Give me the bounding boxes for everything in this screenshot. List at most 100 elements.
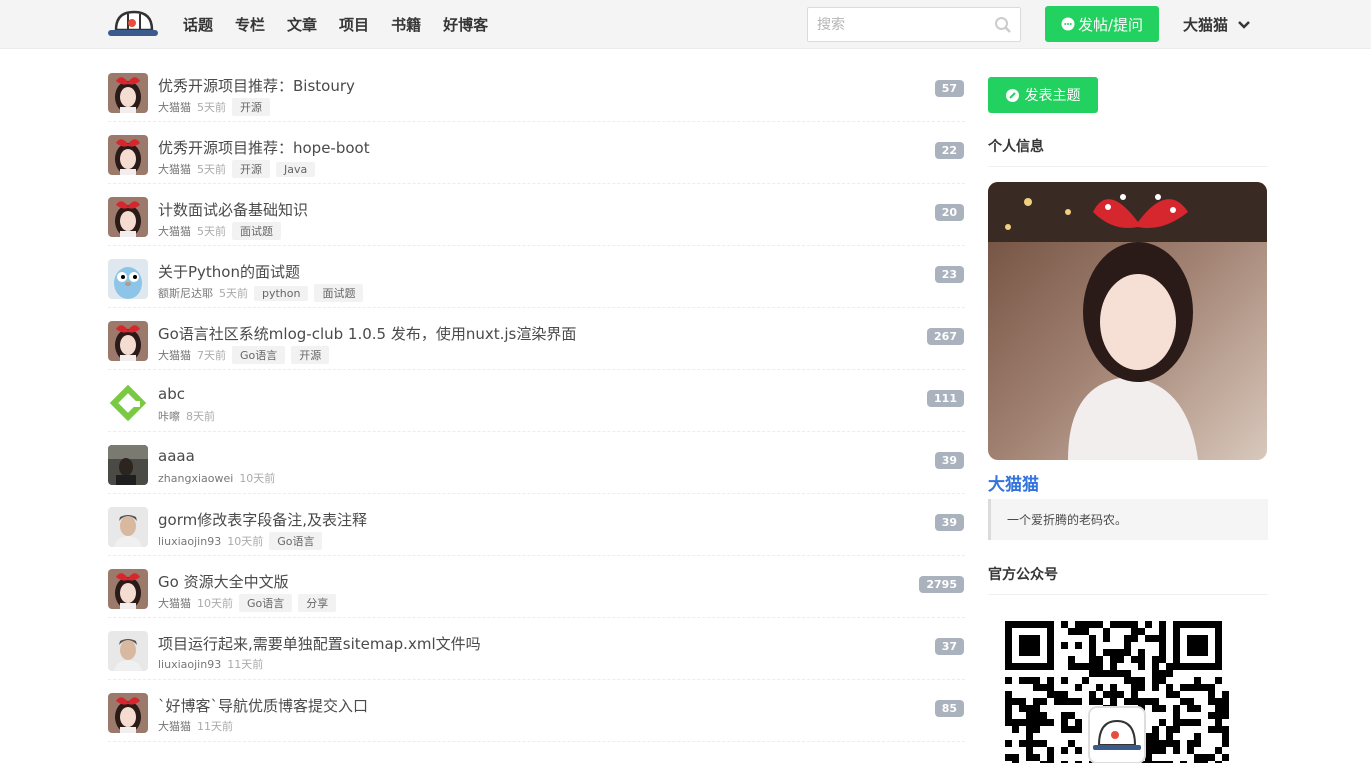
new-topic-button[interactable]: 发表主题 <box>988 77 1098 113</box>
wechat-qr-code <box>1005 621 1229 763</box>
profile-username[interactable]: 大猫猫 <box>988 470 1268 495</box>
topic-author[interactable]: 大猫猫 <box>158 161 191 177</box>
topic-title[interactable]: Go语言社区系统mlog-club 1.0.5 发布，使用nuxt.js渲染界面 <box>158 323 576 344</box>
topic-row[interactable]: 计数面试必备基础知识 大猫猫 5天前 面试题 20 <box>108 184 965 246</box>
nav-link-columns[interactable]: 专栏 <box>235 14 265 35</box>
site-logo-icon[interactable] <box>106 8 160 40</box>
topic-row[interactable]: aaaa zhangxiaowei 10天前 39 <box>108 432 965 494</box>
author-avatar[interactable] <box>108 569 148 609</box>
topic-meta: 大猫猫 7天前 Go语言 开源 <box>158 346 330 364</box>
topic-author[interactable]: 大猫猫 <box>158 99 191 115</box>
post-question-button[interactable]: 发帖/提问 <box>1045 6 1159 42</box>
topic-title[interactable]: gorm修改表字段备注,及表注释 <box>158 509 367 530</box>
topic-title[interactable]: aaaa <box>158 447 195 465</box>
topic-row[interactable]: abc 咔嚓 8天前 111 <box>108 370 965 432</box>
topic-author[interactable]: 咔嚓 <box>158 408 180 424</box>
topic-title[interactable]: `好博客`导航优质博客提交入口 <box>158 695 368 716</box>
comment-count-badge: 39 <box>934 514 964 531</box>
topic-author[interactable]: 额斯尼达耶 <box>158 285 213 301</box>
profile-heading: 个人信息 <box>988 136 1268 167</box>
topic-author[interactable]: liuxiaojin93 <box>158 658 221 671</box>
author-avatar[interactable] <box>108 321 148 361</box>
topic-tag[interactable]: Java <box>276 161 316 177</box>
nav-link-blogs[interactable]: 好博客 <box>443 14 488 35</box>
profile-bio: 一个爱折腾的老码农。 <box>988 499 1268 540</box>
nav-link-topics[interactable]: 话题 <box>183 14 213 35</box>
topic-meta: liuxiaojin93 11天前 <box>158 656 263 672</box>
topic-meta: zhangxiaowei 10天前 <box>158 470 275 486</box>
post-question-label: 发帖/提问 <box>1077 15 1144 34</box>
topic-time: 5天前 <box>197 101 226 114</box>
topic-author[interactable]: 大猫猫 <box>158 718 191 734</box>
topic-time: 5天前 <box>219 287 248 300</box>
nav-link-books[interactable]: 书籍 <box>391 14 421 35</box>
nav-link-articles[interactable]: 文章 <box>287 14 317 35</box>
new-topic-label: 发表主题 <box>1024 88 1081 104</box>
topic-author[interactable]: 大猫猫 <box>158 595 191 611</box>
author-avatar[interactable] <box>108 135 148 175</box>
topic-title[interactable]: Go 资源大全中文版 <box>158 571 289 592</box>
nav-link-projects[interactable]: 项目 <box>339 14 369 35</box>
author-avatar[interactable] <box>108 693 148 733</box>
comment-count-badge: 111 <box>927 390 964 407</box>
comment-count-badge: 2795 <box>919 576 964 593</box>
comment-count-badge: 23 <box>934 266 964 283</box>
topic-meta: 咔嚓 8天前 <box>158 408 215 424</box>
comment-count-badge: 85 <box>934 700 964 717</box>
topic-tag[interactable]: 面试题 <box>314 284 364 302</box>
topic-author[interactable]: liuxiaojin93 <box>158 535 221 548</box>
topic-row[interactable]: 关于Python的面试题额斯尼达耶 5天前 python 面试题 23 <box>108 246 965 308</box>
comment-count-badge: 37 <box>934 638 964 655</box>
wechat-heading: 官方公众号 <box>988 564 1268 595</box>
topic-tag[interactable]: 面试题 <box>232 222 281 240</box>
topic-meta: 大猫猫 5天前 开源 Java <box>158 160 316 178</box>
topic-time: 11天前 <box>227 658 264 671</box>
topic-row[interactable]: 优秀开源项目推荐：hope-boot 大猫猫 5天前 开源 Java 22 <box>108 122 965 184</box>
author-avatar[interactable] <box>108 259 148 299</box>
comment-count-badge: 57 <box>934 80 964 97</box>
topic-row[interactable]: Go语言社区系统mlog-club 1.0.5 发布，使用nuxt.js渲染界面… <box>108 308 965 370</box>
topic-row[interactable]: 优秀开源项目推荐：Bistoury 大猫猫 5天前 开源 57 <box>108 60 965 122</box>
topic-time: 7天前 <box>197 349 226 362</box>
search-icon[interactable] <box>994 16 1012 38</box>
topic-tag[interactable]: 开源 <box>291 346 330 364</box>
topic-author[interactable]: 大猫猫 <box>158 347 191 363</box>
topic-tag[interactable]: 开源 <box>232 98 270 116</box>
topic-tag[interactable]: python <box>254 285 309 301</box>
author-avatar[interactable] <box>108 507 148 547</box>
topic-row[interactable]: `好博客`导航优质博客提交入口大猫猫 11天前 85 <box>108 680 965 742</box>
author-avatar[interactable] <box>108 197 148 237</box>
author-avatar[interactable] <box>108 445 148 485</box>
topic-tag[interactable]: Go语言 <box>239 594 293 612</box>
topic-title[interactable]: abc <box>158 385 185 403</box>
topic-row[interactable]: gorm修改表字段备注,及表注释 liuxiaojin93 10天前 Go语言 39 <box>108 494 965 556</box>
topic-tag[interactable]: Go语言 <box>232 346 286 364</box>
topic-title[interactable]: 优秀开源项目推荐：Bistoury <box>158 75 355 96</box>
topic-tag[interactable]: Go语言 <box>269 532 323 550</box>
topic-time: 10天前 <box>239 472 276 485</box>
topic-time: 11天前 <box>197 720 233 733</box>
topic-meta: 大猫猫 5天前 开源 <box>158 98 270 116</box>
topic-title[interactable]: 计数面试必备基础知识 <box>158 199 308 220</box>
search-input[interactable] <box>808 8 983 41</box>
author-avatar[interactable] <box>108 631 148 671</box>
topic-title[interactable]: 关于Python的面试题 <box>158 261 300 282</box>
main-nav: 话题 专栏 文章 项目 书籍 好博客 <box>183 0 510 49</box>
user-menu[interactable]: 大猫猫 <box>1183 0 1250 49</box>
topic-tag[interactable]: 分享 <box>298 594 337 612</box>
topic-author[interactable]: 大猫猫 <box>158 223 191 239</box>
author-avatar[interactable] <box>108 383 148 423</box>
compose-icon <box>1005 88 1019 102</box>
topic-row[interactable]: Go 资源大全中文版 大猫猫 10天前 Go语言 分享 2795 <box>108 556 965 618</box>
comment-count-badge: 22 <box>934 142 964 159</box>
comment-count-badge: 39 <box>934 452 964 469</box>
topic-title[interactable]: 项目运行起来,需要单独配置sitemap.xml文件吗 <box>158 633 481 654</box>
search-box <box>807 7 1021 42</box>
topic-title[interactable]: 优秀开源项目推荐：hope-boot <box>158 137 370 158</box>
profile-photo <box>988 182 1267 460</box>
topic-tag[interactable]: 开源 <box>232 160 270 178</box>
author-avatar[interactable] <box>108 73 148 113</box>
topic-row[interactable]: 项目运行起来,需要单独配置sitemap.xml文件吗 liuxiaojin93 1… <box>108 618 965 680</box>
chat-icon <box>1061 17 1075 31</box>
topic-author[interactable]: zhangxiaowei <box>158 472 233 485</box>
